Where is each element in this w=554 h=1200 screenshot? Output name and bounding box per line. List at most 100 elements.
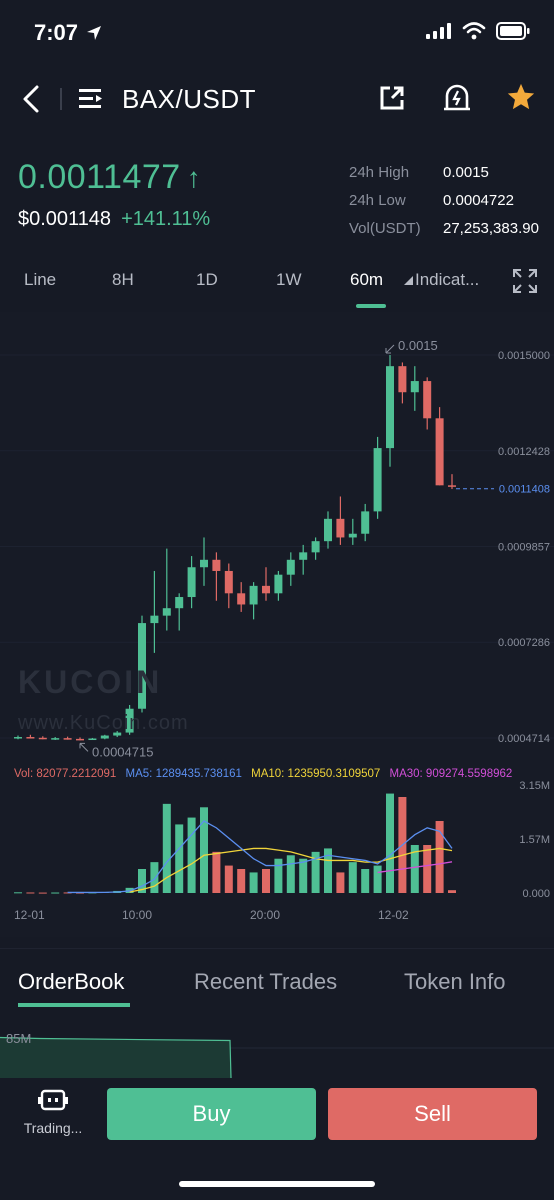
tab-1w[interactable]: 1W — [276, 270, 302, 290]
volume-bar — [14, 892, 22, 894]
volume-bar — [336, 872, 345, 893]
candle-body — [237, 593, 246, 605]
volume-bar — [224, 865, 233, 893]
candle-body — [51, 738, 60, 740]
candle-body — [386, 366, 394, 449]
candle-body — [200, 559, 208, 568]
chart-area[interactable]: 0.0015000 0.0012428 0.0011408 0.0009857 0.00… — [0, 312, 554, 937]
volume-bar — [26, 892, 35, 894]
candle-body — [336, 518, 345, 538]
tab-token-info[interactable]: Token Info — [404, 969, 506, 995]
tab-8h[interactable]: 8H — [112, 270, 134, 290]
tab-indicators-label: Indicat... — [415, 270, 480, 289]
volume-bar — [212, 851, 221, 893]
time-axis-label: 12-01 — [14, 908, 45, 922]
last-price: 0.0011477 ↑ — [18, 158, 201, 197]
price-usd-row: $0.001148 +141.11% — [18, 208, 210, 231]
depth-bid-area — [0, 1037, 231, 1078]
price-axis-label: 0.0004714 — [498, 733, 550, 745]
volume-bar — [175, 824, 184, 893]
candle-body — [286, 559, 295, 575]
candle-body — [175, 597, 184, 609]
volume-bar — [237, 869, 246, 893]
favorite-star-icon[interactable] — [506, 82, 536, 112]
volume-bar — [423, 845, 432, 893]
stat-value: 27,253,383.90 — [443, 219, 539, 237]
status-bar: 7:07 — [0, 0, 554, 64]
candle-body — [373, 448, 382, 512]
trading-button[interactable]: Trading... — [18, 1088, 88, 1136]
volume-axis-label: 3.15M — [519, 780, 550, 792]
last-price-value: 0.0011477 — [18, 158, 181, 196]
candle-body — [14, 737, 22, 739]
candle-body — [100, 735, 109, 739]
ma5-line — [67, 820, 453, 894]
tab-60m[interactable]: 60m — [350, 270, 383, 290]
low-arrow-icon — [79, 742, 89, 752]
alert-bell-icon[interactable] — [442, 82, 472, 114]
candle-body — [187, 567, 196, 598]
candle-body — [76, 738, 84, 741]
watermark-site: www.KuCoin.com — [18, 712, 189, 734]
fullscreen-icon[interactable] — [512, 268, 538, 294]
volume-bar — [38, 892, 47, 894]
volume-bar — [361, 869, 370, 893]
price-usd: $0.001148 — [18, 208, 112, 230]
volume-axis-label: 0.000 — [522, 888, 550, 900]
triangle-icon — [404, 275, 413, 285]
volume-bar — [348, 862, 357, 893]
stat-low: 24h Low 0.0004722 — [349, 186, 539, 214]
tab-indicators[interactable]: Indicat... — [404, 270, 479, 290]
candle-body — [410, 381, 419, 393]
price-up-arrow: ↑ — [186, 161, 202, 193]
stats-panel: 24h High 0.0015 24h Low 0.0004722 Vol(USDT… — [349, 158, 539, 242]
signal-icon — [426, 23, 451, 39]
candle-body — [398, 366, 407, 393]
back-icon[interactable] — [20, 84, 42, 114]
ma10-label: MA10: 1235950.3109507 — [251, 768, 381, 780]
chart-canvas[interactable]: 0.0015000 0.0012428 0.0011408 0.0009857 0.00… — [0, 312, 554, 937]
wifi-icon — [462, 22, 486, 40]
price-axis-label: 0.0011408 — [499, 484, 550, 496]
sell-button[interactable]: Sell — [328, 1088, 537, 1140]
time-axis-label: 12-02 — [378, 908, 409, 922]
tab-line[interactable]: Line — [24, 270, 56, 290]
nav-bar: BAX/USDT — [0, 64, 554, 134]
candle-body — [38, 737, 47, 740]
volume-bar — [187, 817, 196, 893]
status-time-wrap: 7:07 — [34, 20, 102, 46]
volume-bar — [448, 890, 456, 893]
tab-recent-trades[interactable]: Recent Trades — [194, 969, 337, 995]
buy-button[interactable]: Buy — [107, 1088, 316, 1140]
volume-bar — [249, 872, 258, 893]
candle-body — [311, 541, 320, 553]
price-axis-label: 0.0015000 — [498, 350, 550, 362]
stat-value: 0.0015 — [443, 163, 489, 181]
candle-body — [63, 738, 72, 740]
stat-label: 24h Low — [349, 191, 406, 209]
candle-body — [348, 533, 357, 538]
volume-bar — [274, 858, 283, 893]
stat-value: 0.0004722 — [443, 191, 514, 209]
market-tabs: OrderBook Recent Trades Token Info — [0, 948, 554, 1008]
location-icon — [87, 26, 102, 40]
candle-body — [435, 418, 444, 486]
price-change: +141.11% — [121, 208, 211, 230]
tab-1d[interactable]: 1D — [196, 270, 218, 290]
status-icons — [426, 22, 530, 40]
high-arrow-icon — [385, 344, 395, 354]
price-axis-label: 0.0007286 — [498, 637, 550, 649]
tab-active-indicator — [356, 304, 386, 308]
tab-active-indicator — [18, 1003, 130, 1007]
stat-high: 24h High 0.0015 — [349, 158, 539, 186]
low-annotation: 0.0004715 — [92, 744, 153, 759]
candle-body — [249, 585, 258, 605]
menu-icon[interactable] — [78, 86, 104, 112]
candle-body — [224, 570, 233, 594]
status-time: 7:07 — [34, 20, 79, 45]
share-icon[interactable] — [378, 84, 406, 112]
nav-divider — [60, 88, 62, 110]
tab-orderbook[interactable]: OrderBook — [18, 969, 124, 995]
pair-title[interactable]: BAX/USDT — [122, 84, 256, 115]
candle-body — [361, 511, 370, 534]
